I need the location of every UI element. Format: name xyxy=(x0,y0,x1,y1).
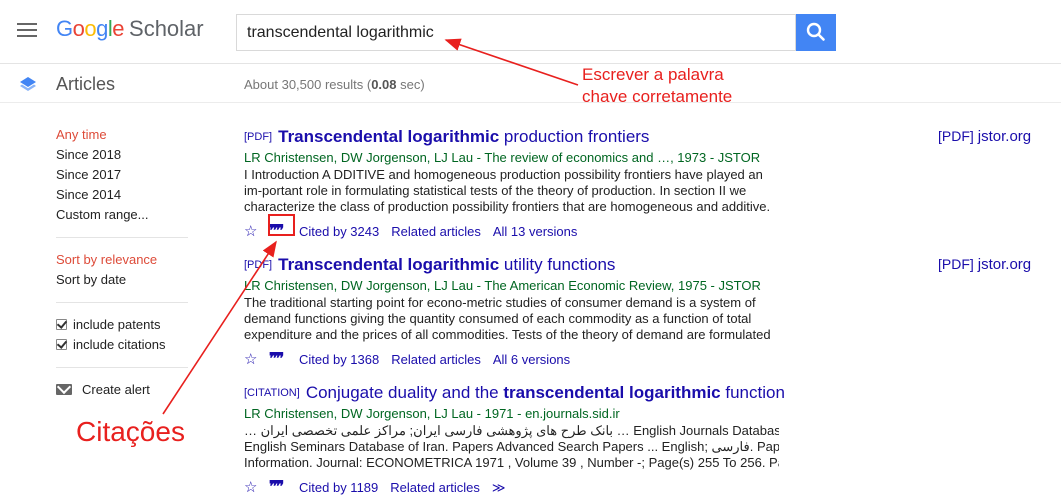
citations-arrow xyxy=(162,240,277,415)
citations-annotation: Citações xyxy=(76,416,185,447)
keyword-annotation-line: Escrever a palavra xyxy=(582,65,724,84)
keyword-annotation-line: chave corretamente xyxy=(582,87,733,106)
keyword-arrow xyxy=(444,38,579,86)
keyword-annotation: Escrever a palavra chave corretamente xyxy=(582,64,732,108)
